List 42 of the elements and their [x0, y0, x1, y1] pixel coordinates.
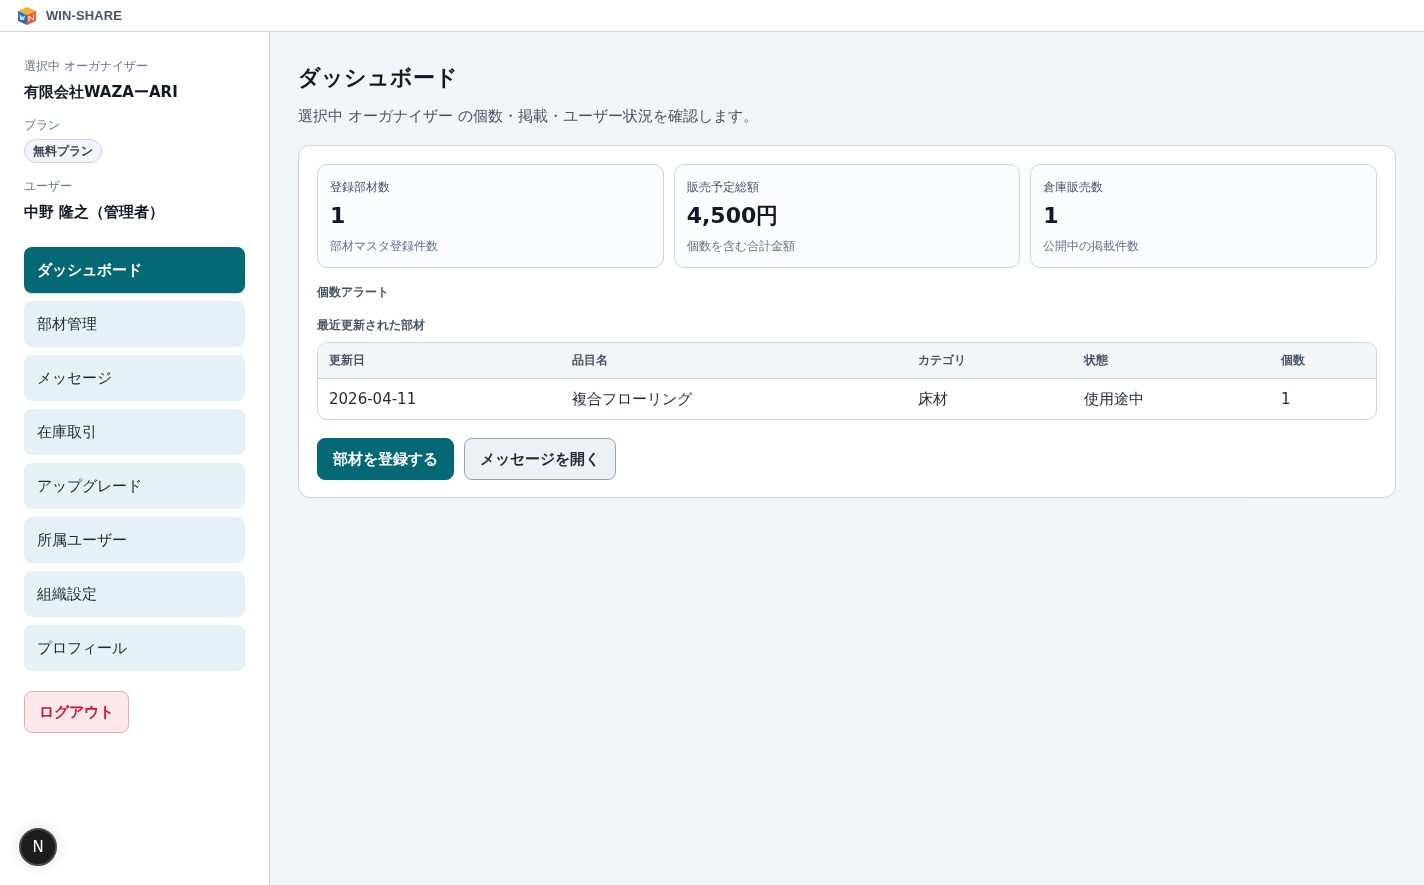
stat-value: 1	[1043, 202, 1060, 230]
table-cell-text: 使用途中	[1083, 388, 1145, 410]
table-cell-text: 床材	[917, 388, 949, 410]
stat-value: 1	[330, 202, 347, 230]
column-header: カテゴリ	[907, 343, 1073, 379]
user-label: ユーザー	[24, 178, 73, 194]
page-subtitle: 選択中 オーガナイザー の個数・掲載・ユーザー状況を確認します。	[298, 106, 759, 127]
user-name: 中野 隆之（管理者）	[24, 202, 166, 222]
column-header: 更新日	[318, 343, 561, 379]
table-cell-text: 複合フローリング	[571, 388, 693, 410]
section-heading: 個数アラート	[317, 284, 390, 300]
table-cell-text: 1	[1280, 389, 1292, 410]
column-header: 状態	[1073, 343, 1270, 379]
stat-note: 公開中の掲載件数	[1043, 238, 1141, 254]
app-name: WIN-SHARE	[46, 8, 122, 23]
stat-label: 倉庫販売数	[1043, 179, 1105, 195]
sidebar-nav-item[interactable]: ダッシュボード	[24, 247, 245, 293]
sidebar-nav-item[interactable]: メッセージ	[24, 355, 245, 401]
plan-badge: 無料プラン	[24, 139, 102, 163]
sidebar-nav-item[interactable]: プロフィール	[24, 625, 245, 671]
sidebar-nav-item[interactable]: 所属ユーザー	[24, 517, 245, 563]
stat-note: 個数を含む合計金額	[686, 238, 796, 254]
sidebar-nav-item[interactable]: 部材管理	[24, 301, 245, 347]
open-messages-button[interactable]: メッセージを開く	[464, 438, 616, 480]
stat-note: 部材マスタ登録件数	[330, 238, 439, 254]
stat-label: 販売予定総額	[686, 179, 760, 195]
stat-label: 登録部材数	[330, 179, 391, 195]
column-header: 品目名	[561, 343, 907, 379]
section-heading: 最近更新された部材	[317, 317, 426, 333]
organizer-name: 有限会社WAZAーARI	[24, 82, 179, 102]
stat-value: 4,500円	[686, 202, 780, 230]
plan-label: プラン	[24, 117, 61, 133]
cube-logo-icon	[17, 5, 37, 26]
register-part-button[interactable]: 部材を登録する	[317, 438, 454, 480]
organizer-label: 選択中 オーガナイザー	[24, 58, 149, 74]
column-header: 個数	[1270, 343, 1376, 379]
sidebar-nav-item[interactable]: 組織設定	[24, 571, 245, 617]
table-cell-text: 2026-04-11	[328, 389, 418, 410]
sidebar-nav-item[interactable]: アップグレード	[24, 463, 245, 509]
logout-button[interactable]: ログアウト	[24, 691, 129, 733]
sidebar-nav-item[interactable]: 在庫取引	[24, 409, 245, 455]
page-title: ダッシュボード	[298, 64, 459, 92]
